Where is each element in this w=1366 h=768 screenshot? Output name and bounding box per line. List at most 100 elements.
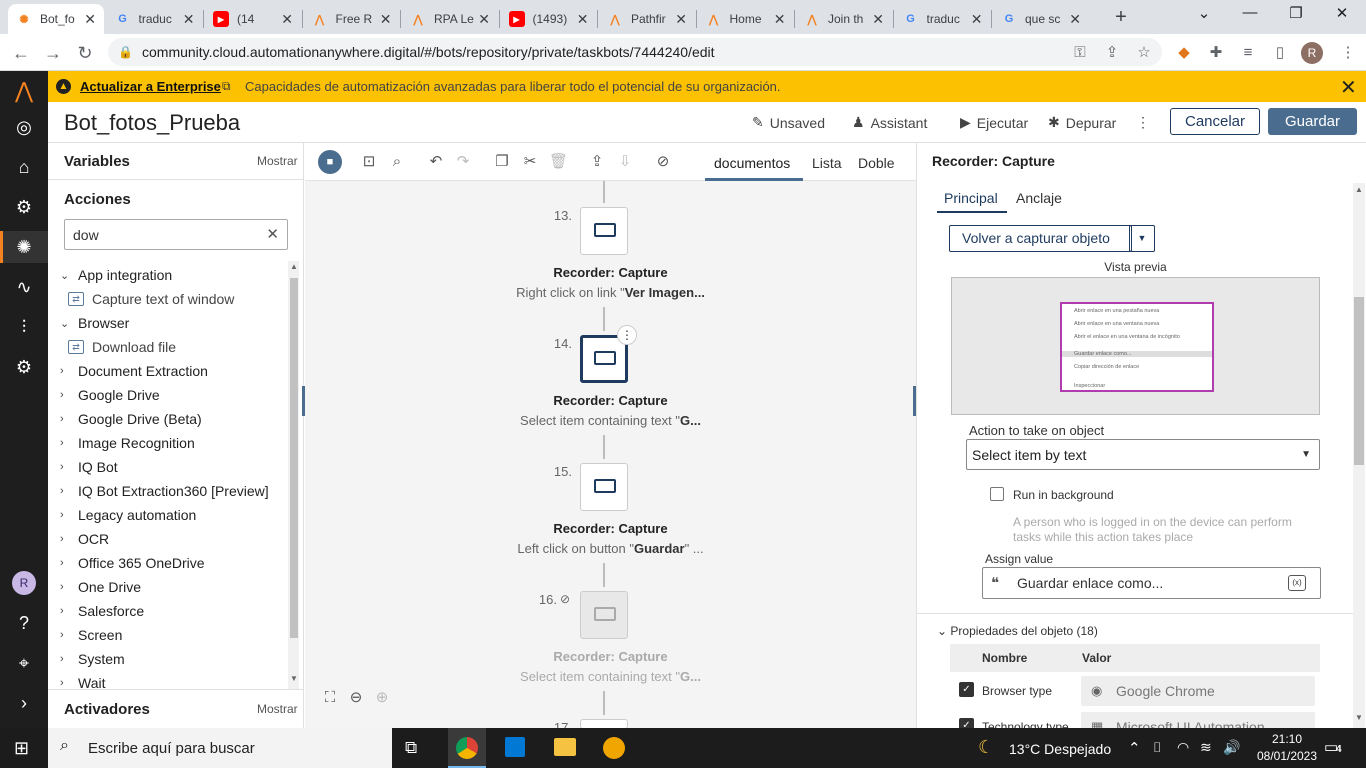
action-package[interactable]: › Salesforce: [60, 603, 144, 619]
action-package[interactable]: › IQ Bot Extraction360 [Preview]: [60, 483, 269, 499]
tab-search-icon[interactable]: ⌄: [1184, 4, 1224, 26]
profile-avatar[interactable]: R: [1301, 42, 1323, 64]
devices-icon[interactable]: ⫶: [12, 315, 36, 339]
property-value-field[interactable]: ◉ Google Chrome: [1081, 676, 1315, 706]
find-element-icon[interactable]: ⊡: [360, 153, 378, 171]
help-icon[interactable]: ?: [12, 611, 36, 635]
tab-documentos[interactable]: documentos: [714, 155, 790, 171]
properties-section-header[interactable]: ⌄ Propiedades del objeto (18): [937, 624, 1098, 638]
restore-button[interactable]: ❐: [1276, 4, 1316, 26]
recorder-step-node[interactable]: [580, 207, 628, 255]
fit-screen-icon[interactable]: ⛶: [321, 689, 339, 707]
clock-date[interactable]: 08/01/2023: [1248, 749, 1326, 763]
action-package[interactable]: ⌄ Browser: [60, 315, 129, 331]
run-button[interactable]: ▶ Ejecutar: [960, 114, 1028, 131]
triggers-show-link[interactable]: Mostrar: [257, 702, 298, 716]
action-package[interactable]: ⌄ App integration: [60, 267, 172, 283]
close-tab-icon[interactable]: ✕: [478, 11, 490, 28]
clear-search-icon[interactable]: ✕: [266, 225, 279, 243]
save-button[interactable]: Guardar: [1268, 108, 1357, 135]
search-icon[interactable]: ⌕: [388, 153, 406, 171]
browser-tab[interactable]: ⋀ Free R ✕: [304, 4, 400, 34]
browser-tab[interactable]: Gque sc ✕: [993, 4, 1089, 34]
browser-tab[interactable]: ⋀ RPA Le ✕: [402, 4, 498, 34]
recorder-icon[interactable]: ■: [318, 150, 342, 174]
activity-icon[interactable]: ∿: [12, 275, 36, 299]
browser-tab[interactable]: ✺ Bot_fo ✕: [8, 4, 104, 34]
search-value[interactable]: dow: [73, 227, 99, 243]
close-tab-icon[interactable]: ✕: [971, 11, 983, 28]
recorder-step-node[interactable]: [580, 463, 628, 511]
minimize-button[interactable]: —: [1230, 4, 1270, 26]
close-tab-icon[interactable]: ✕: [1069, 11, 1081, 28]
menu-kebab-icon[interactable]: ⋮: [1338, 43, 1358, 63]
share-icon[interactable]: ⇪: [1102, 43, 1122, 63]
action-package[interactable]: › Google Drive (Beta): [60, 411, 202, 427]
task-view-icon[interactable]: ⧉: [405, 738, 417, 758]
browser-tab[interactable]: Gtraduc ✕: [895, 4, 991, 34]
action-package[interactable]: › OCR: [60, 531, 109, 547]
clock-time[interactable]: 21:10: [1264, 732, 1310, 746]
close-tab-icon[interactable]: ✕: [281, 11, 293, 28]
close-tab-icon[interactable]: ✕: [183, 11, 195, 28]
wifi-icon[interactable]: ≋: [1200, 739, 1212, 756]
explore-icon[interactable]: ◎: [12, 115, 36, 139]
action-select[interactable]: Select item by text ▼: [966, 439, 1320, 470]
location-icon[interactable]: ⌖: [12, 651, 36, 675]
scroll-up-arrow[interactable]: ▲: [290, 262, 298, 271]
url-text[interactable]: community.cloud.automationanywhere.digit…: [142, 44, 715, 60]
zoom-out-icon[interactable]: ⊖: [347, 689, 365, 707]
close-tab-icon[interactable]: ✕: [577, 11, 589, 28]
recorder-step-node[interactable]: [580, 591, 628, 639]
browser-tab[interactable]: ⋀ Home ✕: [698, 4, 794, 34]
close-window-button[interactable]: ✕: [1322, 4, 1362, 26]
close-tab-icon[interactable]: ✕: [774, 11, 786, 28]
home-icon[interactable]: ⌂: [12, 155, 36, 179]
action-package[interactable]: › One Drive: [60, 579, 141, 595]
node-options-icon[interactable]: ⋮: [617, 325, 637, 345]
action-package[interactable]: › Image Recognition: [60, 435, 195, 451]
scroll-up-arrow[interactable]: ▲: [1355, 185, 1363, 194]
device-icon[interactable]: ⌷: [1153, 739, 1161, 756]
undo-icon[interactable]: ↶: [427, 153, 445, 171]
browser-tab[interactable]: ▶ (1493) ✕: [501, 4, 597, 34]
metamask-icon[interactable]: ◆: [1174, 43, 1194, 63]
actions-scrollbar-thumb[interactable]: [290, 278, 298, 638]
scroll-down-arrow[interactable]: ▼: [290, 674, 298, 683]
media-icon[interactable]: ≡: [1238, 43, 1258, 63]
action-package[interactable]: › Legacy automation: [60, 507, 196, 523]
store-icon[interactable]: [505, 737, 525, 757]
scroll-down-arrow[interactable]: ▼: [1355, 713, 1363, 722]
bot-icon[interactable]: ⚙: [12, 195, 36, 219]
weather-text[interactable]: 13°C Despejado: [1009, 741, 1111, 757]
browser-tab[interactable]: ▶ (14 ✕: [205, 4, 301, 34]
sidepanel-icon[interactable]: ▯: [1270, 43, 1290, 63]
more-options-icon[interactable]: ⋮: [1136, 114, 1150, 131]
expand-icon[interactable]: ›: [12, 691, 36, 715]
debug-button[interactable]: ✱ Depurar: [1048, 114, 1116, 131]
file-explorer-icon[interactable]: [554, 738, 576, 756]
cut-icon[interactable]: ✂: [521, 153, 539, 171]
tab-principal[interactable]: Principal: [944, 190, 998, 206]
lock-icon[interactable]: 🔒: [118, 45, 133, 59]
tab-lista[interactable]: Lista: [812, 155, 842, 171]
forward-icon[interactable]: →: [42, 42, 64, 64]
recapture-dropdown-icon[interactable]: ▼: [1129, 225, 1155, 252]
action-package[interactable]: › Screen: [60, 627, 122, 643]
redo-icon[interactable]: ↷: [454, 153, 472, 171]
property-checkbox[interactable]: ✓: [959, 682, 974, 697]
copy-icon[interactable]: ❐: [493, 153, 511, 171]
variable-insert-icon[interactable]: (x): [1288, 575, 1306, 591]
recapture-button[interactable]: Volver a capturar objeto: [949, 225, 1132, 252]
assign-value[interactable]: Guardar enlace como...: [1017, 575, 1163, 591]
cancel-button[interactable]: Cancelar: [1170, 108, 1260, 135]
network-icon[interactable]: ◠: [1177, 739, 1189, 756]
action-package[interactable]: › Office 365 OneDrive: [60, 555, 205, 571]
action-package[interactable]: › Google Drive: [60, 387, 160, 403]
upgrade-link[interactable]: Actualizar a Enterprise: [80, 79, 221, 94]
assign-value-input[interactable]: ❝ Guardar enlace como... (x): [982, 567, 1321, 599]
run-background-checkbox[interactable]: [990, 487, 1004, 501]
action-item[interactable]: ⇄ Capture text of window: [68, 291, 234, 307]
actions-search-input[interactable]: dow ✕: [64, 219, 288, 250]
external-link-icon[interactable]: ⧉: [222, 79, 231, 94]
